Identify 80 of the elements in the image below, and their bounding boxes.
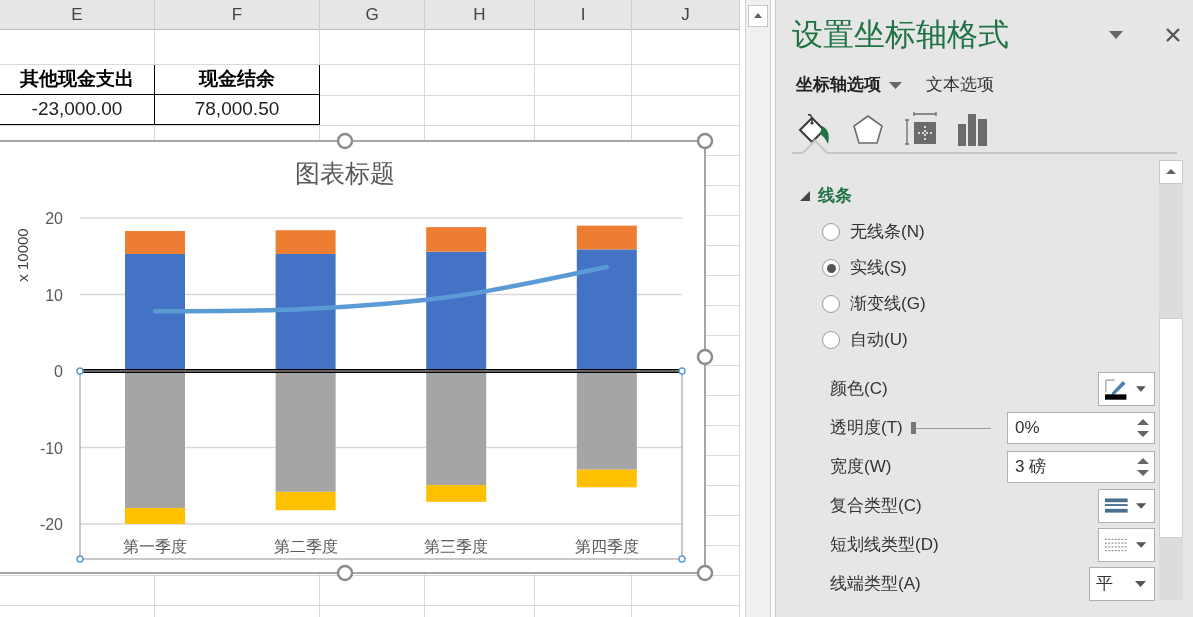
pen-color-icon[interactable]: [1105, 377, 1129, 401]
radio-button[interactable]: [822, 331, 840, 349]
column-header[interactable]: J: [632, 0, 740, 30]
caret-icon[interactable]: [1135, 542, 1146, 548]
caret-icon[interactable]: [1135, 503, 1146, 509]
spin-field[interactable]: 0%: [1007, 412, 1155, 444]
bar[interactable]: [576, 371, 637, 470]
axis-tick-label: 10: [45, 286, 63, 304]
property-label: 透明度(T): [830, 417, 903, 440]
resize-handle[interactable]: [696, 564, 714, 582]
property-label: 复合类型(C): [830, 495, 922, 518]
compound-lines-icon[interactable]: [1105, 498, 1128, 514]
table-cell: 其他现金支出: [0, 65, 155, 95]
radio-label[interactable]: 实线(S): [850, 255, 907, 281]
selection-handle[interactable]: [76, 367, 84, 375]
size-properties-icon[interactable]: [904, 112, 938, 146]
category-label: 第二季度: [273, 538, 338, 555]
pane-title: 设置坐标轴格式: [792, 15, 1010, 54]
scroll-up-icon[interactable]: [1159, 160, 1183, 184]
spin-arrows-icon[interactable]: [1136, 455, 1150, 479]
scrollbar-thumb[interactable]: [1159, 318, 1183, 538]
column-header[interactable]: E: [0, 0, 155, 30]
spin-field[interactable]: 3 磅: [1007, 451, 1155, 483]
radio-button[interactable]: [822, 259, 840, 277]
table-cell: -23,000.00: [0, 95, 155, 125]
selection-handle[interactable]: [678, 367, 686, 375]
radio-button[interactable]: [822, 295, 840, 313]
bar[interactable]: [426, 251, 487, 371]
tab[interactable]: 文本选项: [926, 72, 994, 98]
property-label: 宽度(W): [830, 456, 892, 479]
line-series[interactable]: [152, 264, 610, 314]
radio-button[interactable]: [822, 223, 840, 241]
bar[interactable]: [576, 249, 637, 371]
caret-icon[interactable]: [889, 81, 902, 89]
category-label: 第一季度: [123, 538, 187, 555]
axis-tick-label: -10: [39, 439, 63, 457]
bar-chart-icon[interactable]: [958, 114, 988, 146]
caret-icon[interactable]: [1135, 581, 1146, 587]
table-cell: 现金结余: [155, 65, 320, 95]
selection-handle[interactable]: [76, 555, 84, 563]
close-icon[interactable]: [1165, 27, 1181, 43]
table-cell: 78,000.50: [155, 95, 320, 125]
resize-handle[interactable]: [696, 348, 714, 366]
paint-bucket-icon[interactable]: [798, 114, 832, 146]
chart-title[interactable]: 图表标题: [295, 159, 395, 187]
radio-label[interactable]: 渐变线(G): [850, 291, 926, 317]
radio-label[interactable]: 无线条(N): [850, 219, 925, 245]
tab[interactable]: 坐标轴选项: [796, 72, 902, 98]
scroll-up-icon[interactable]: [748, 5, 768, 27]
column-header[interactable]: I: [535, 0, 632, 30]
transparency-slider[interactable]: [910, 422, 991, 434]
axis-tick-label: 0: [54, 363, 63, 380]
selection-handle[interactable]: [678, 555, 686, 563]
dropdown-caret-icon[interactable]: [1109, 31, 1123, 39]
axis-tick-label: 20: [45, 210, 63, 227]
resize-handle[interactable]: [336, 564, 354, 582]
radio-label[interactable]: 自动(U): [850, 327, 908, 353]
pentagon-icon[interactable]: [852, 114, 884, 146]
resize-handle[interactable]: [336, 132, 354, 150]
section-header[interactable]: 线条: [818, 183, 852, 209]
column-header[interactable]: G: [320, 0, 425, 30]
resize-handle[interactable]: [696, 132, 714, 150]
caret-icon[interactable]: [1136, 386, 1146, 392]
category-label: 第三季度: [424, 538, 489, 555]
dropdown-button[interactable]: [1098, 372, 1155, 406]
axis-tick-label: -20: [39, 516, 63, 533]
spin-arrows-icon[interactable]: [1136, 416, 1150, 440]
dropdown-button[interactable]: 平: [1089, 567, 1155, 601]
axis-title[interactable]: x 10000: [14, 228, 31, 282]
property-label: 短划线类型(D): [830, 534, 939, 557]
expanded-triangle-icon[interactable]: [800, 191, 810, 201]
property-label: 颜色(C): [830, 378, 888, 401]
axis-selection-frame[interactable]: [76, 367, 686, 563]
column-header[interactable]: F: [155, 0, 320, 30]
panel-scrollbar[interactable]: [1159, 160, 1183, 600]
dashed-lines-icon[interactable]: [1105, 538, 1128, 552]
category-label: 第四季度: [574, 538, 639, 555]
column-header[interactable]: H: [425, 0, 535, 30]
vertical-scrollbar[interactable]: [745, 0, 771, 617]
property-label: 线端类型(A): [830, 573, 921, 596]
